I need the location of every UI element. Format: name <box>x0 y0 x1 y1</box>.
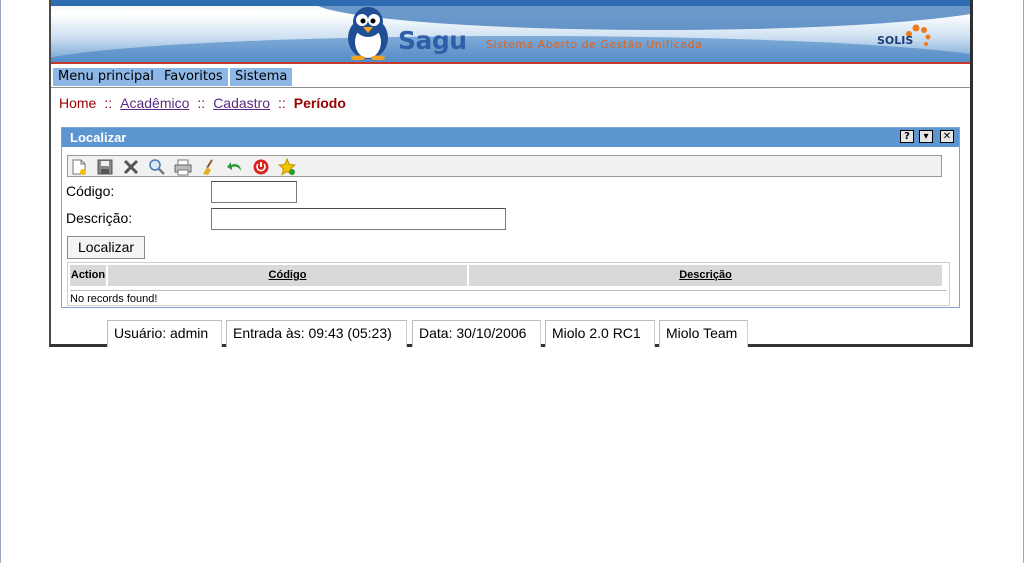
description-input[interactable] <box>211 208 506 230</box>
toolbar <box>67 155 942 177</box>
code-label: Código: <box>66 183 115 199</box>
description-label: Descrição: <box>66 210 133 226</box>
status-user: Usuário: admin <box>107 320 222 347</box>
save-icon[interactable] <box>96 158 114 176</box>
menu-item-system[interactable]: Sistema <box>230 68 294 86</box>
grid-divider <box>70 290 947 291</box>
brand-tagline: Sistema Aberto de Gestão Unificada <box>486 38 703 51</box>
close-button[interactable]: ✕ <box>940 130 954 143</box>
breadcrumb-separator: :: <box>197 95 206 111</box>
column-header-code[interactable]: Código <box>108 265 469 286</box>
main-menu-bar: Menu principal Favoritos Sistema <box>51 62 970 88</box>
search-icon[interactable] <box>148 158 166 176</box>
breadcrumb-current: Período <box>293 95 346 111</box>
breadcrumb-home[interactable]: Home <box>59 95 96 111</box>
banner-top-band <box>51 0 970 6</box>
clear-icon[interactable] <box>200 158 218 176</box>
header-banner: Sagu Sistema Aberto de Gestão Unificada … <box>51 0 970 62</box>
breadcrumb-separator: :: <box>104 95 113 111</box>
new-icon[interactable] <box>70 158 88 176</box>
application-window: Sagu Sistema Aberto de Gestão Unificada … <box>49 0 973 347</box>
delete-icon[interactable] <box>122 158 140 176</box>
column-header-description-label: Descrição <box>679 269 732 281</box>
status-team: Miolo Team <box>659 320 748 347</box>
breadcrumb-separator: :: <box>278 95 286 111</box>
breadcrumb-cadastro[interactable]: Cadastro <box>213 95 270 111</box>
help-button[interactable]: ? <box>900 130 914 143</box>
exit-icon[interactable] <box>252 158 270 176</box>
code-input[interactable] <box>211 181 297 203</box>
penguin-logo-icon <box>348 7 388 60</box>
breadcrumb: Home:: Acadêmico:: Cadastro:: Período <box>59 95 346 111</box>
menu-item-main[interactable]: Menu principal <box>53 68 160 86</box>
search-panel: Localizar ? ▾ ✕ Código: Descrição: Local… <box>61 127 960 308</box>
minimize-button[interactable]: ▾ <box>919 130 933 143</box>
empty-message: No records found! <box>70 293 158 305</box>
menu-item-favorites[interactable]: Favoritos <box>159 68 229 86</box>
column-header-action: Action <box>70 265 108 286</box>
panel-title: Localizar <box>62 128 959 147</box>
find-button[interactable]: Localizar <box>67 236 145 259</box>
status-date: Data: 30/10/2006 <box>412 320 541 347</box>
page-border-left <box>0 0 1 563</box>
brand-logo-text: Sagu <box>398 26 467 55</box>
status-version: Miolo 2.0 RC1 <box>545 320 655 347</box>
column-header-code-label: Código <box>268 269 307 281</box>
solis-logo-text: SOLIS <box>877 34 914 47</box>
results-grid: Action Código Descrição No records found… <box>67 262 950 306</box>
status-login-time: Entrada às: 09:43 (05:23) <box>226 320 407 347</box>
favorite-icon[interactable] <box>278 158 296 176</box>
breadcrumb-academico[interactable]: Acadêmico <box>120 95 189 111</box>
back-icon[interactable] <box>226 158 244 176</box>
column-header-description[interactable]: Descrição <box>469 265 942 286</box>
print-icon[interactable] <box>174 158 192 176</box>
